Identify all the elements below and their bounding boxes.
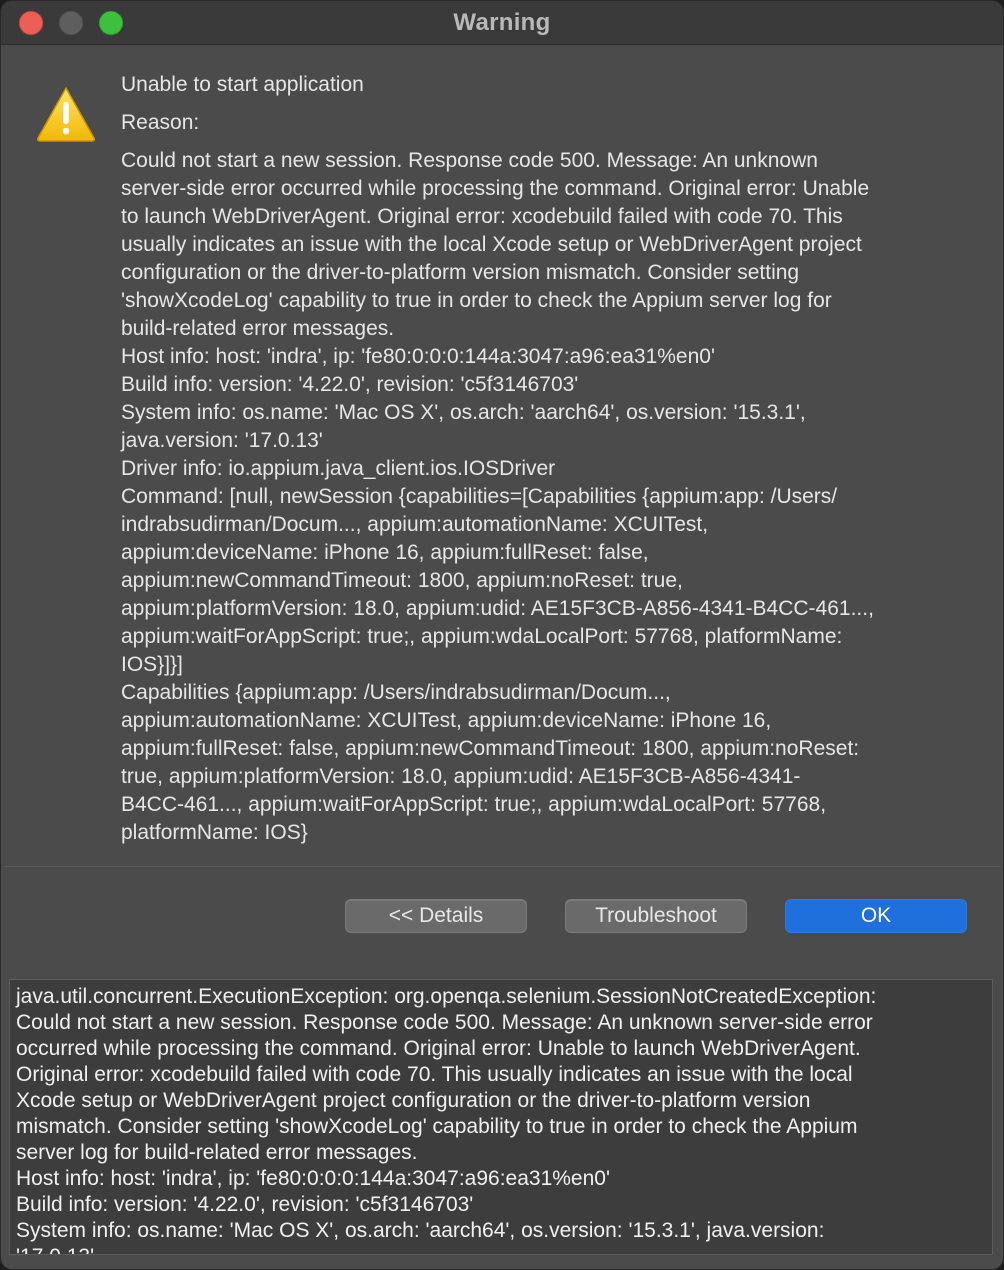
details-line: Host info: host: 'indra', ip: 'fe80:0:0:… xyxy=(16,1167,610,1190)
details-line: server log for build-related error messa… xyxy=(16,1141,418,1164)
details-line: Xcode setup or WebDriverAgent project co… xyxy=(16,1089,811,1112)
message-line: Driver info: io.appium.java_client.ios.I… xyxy=(121,457,556,480)
details-line: Could not start a new session. Response … xyxy=(16,1011,873,1034)
message-line: IOS}]}] xyxy=(121,653,183,676)
message-line: Command: [null, newSession {capabilities… xyxy=(121,485,838,508)
message-line: B4CC-461..., appium:waitForAppScript: tr… xyxy=(121,793,827,816)
button-row: << Details Troubleshoot OK xyxy=(1,899,1003,935)
message-line: configuration or the driver-to-platform … xyxy=(121,261,800,284)
message-line: Capabilities {appium:app: /Users/indrabs… xyxy=(121,681,671,704)
warning-triangle-icon xyxy=(37,87,95,142)
message-line: System info: os.name: 'Mac OS X', os.arc… xyxy=(121,401,806,424)
message-line: appium:automationName: XCUITest, appium:… xyxy=(121,709,772,732)
message-line: to launch WebDriverAgent. Original error… xyxy=(121,205,843,228)
details-text: java.util.concurrent.ExecutionException:… xyxy=(16,984,986,1254)
message-line: true, appium:platformVersion: 18.0, appi… xyxy=(121,765,801,788)
details-line: '17.0.13' xyxy=(16,1244,986,1254)
message-line: 'showXcodeLog' capability to true in ord… xyxy=(121,289,832,312)
message-line: usually indicates an issue with the loca… xyxy=(121,233,862,256)
message-line: appium:platformVersion: 18.0, appium:udi… xyxy=(121,597,874,620)
details-line: System info: os.name: 'Mac OS X', os.arc… xyxy=(16,1219,825,1242)
details-line: java.util.concurrent.ExecutionException:… xyxy=(16,985,877,1008)
message-line: appium:fullReset: false, appium:newComma… xyxy=(121,737,860,760)
message-line: appium:waitForAppScript: true;, appium:w… xyxy=(121,625,843,648)
message-line: Could not start a new session. Response … xyxy=(121,149,818,172)
error-headline: Unable to start application xyxy=(121,73,364,96)
stack-trace-details[interactable]: java.util.concurrent.ExecutionException:… xyxy=(9,979,993,1255)
troubleshoot-button[interactable]: Troubleshoot xyxy=(565,899,747,933)
message-line: java.version: '17.0.13' xyxy=(121,429,323,452)
details-line: occurred while processing the command. O… xyxy=(16,1037,861,1060)
message-line: platformName: IOS} xyxy=(121,821,308,844)
details-line: mismatch. Consider setting 'showXcodeLog… xyxy=(16,1115,858,1138)
reason-label: Reason: xyxy=(121,111,200,134)
message-line: build-related error messages. xyxy=(121,317,395,340)
window-title: Warning xyxy=(453,9,551,36)
details-line: Original error: xcodebuild failed with c… xyxy=(16,1063,853,1086)
dialog-content: Unable to start application Reason: Coul… xyxy=(3,45,1001,867)
message-line: Build info: version: '4.22.0', revision:… xyxy=(121,373,579,396)
warning-dialog-window: Warning Unable to start application Reas… xyxy=(0,0,1004,1270)
message-line: indrabsudirman/Docum..., appium:automati… xyxy=(121,513,709,536)
title-bar: Warning xyxy=(1,1,1003,45)
message-line: Host info: host: 'indra', ip: 'fe80:0:0:… xyxy=(121,345,715,368)
details-button[interactable]: << Details xyxy=(345,899,527,933)
ok-button[interactable]: OK xyxy=(785,899,967,933)
error-message: Could not start a new session. Response … xyxy=(121,147,981,847)
message-area: Unable to start application Reason: Coul… xyxy=(121,71,981,847)
message-line: appium:deviceName: iPhone 16, appium:ful… xyxy=(121,541,649,564)
message-line: appium:newCommandTimeout: 1800, appium:n… xyxy=(121,569,683,592)
details-line: Build info: version: '4.22.0', revision:… xyxy=(16,1193,474,1216)
message-line: server-side error occurred while process… xyxy=(121,177,870,200)
